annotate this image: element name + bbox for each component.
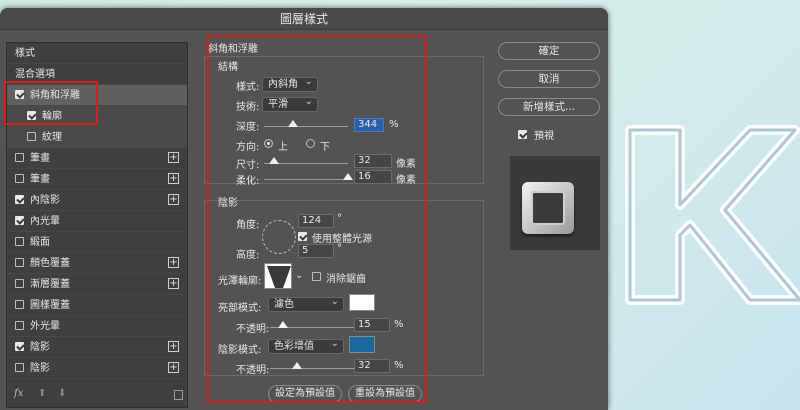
effect-item[interactable]: 紋理 [7, 127, 187, 148]
add-effect-icon[interactable]: + [168, 173, 179, 184]
effect-item[interactable]: 樣式 [7, 43, 187, 64]
effect-label: 內陰影 [30, 195, 60, 206]
effect-label: 樣式 [15, 48, 35, 59]
add-effect-icon[interactable]: + [168, 362, 179, 373]
effect-checkbox[interactable] [15, 236, 24, 246]
effect-label: 陰影 [30, 363, 50, 374]
annotation-box-bevel-panel [207, 35, 427, 403]
effect-item[interactable]: 陰影 + [7, 337, 187, 358]
effect-checkbox[interactable] [15, 278, 24, 288]
add-effect-icon[interactable]: + [168, 278, 179, 289]
effect-checkbox[interactable] [15, 215, 24, 225]
effect-item[interactable]: 外光暈 [7, 316, 187, 337]
preview-bevel-square [522, 182, 574, 234]
effect-label: 漸層覆蓋 [30, 279, 70, 290]
fx-icon[interactable]: fx [14, 388, 23, 399]
effect-item[interactable]: 內光暈 [7, 211, 187, 232]
annotation-box-bevel-list [4, 81, 98, 125]
effect-item[interactable]: 緞面 [7, 232, 187, 253]
effect-item[interactable]: 筆畫 + [7, 169, 187, 190]
effect-checkbox[interactable] [15, 194, 24, 204]
effect-label: 緞面 [30, 237, 50, 248]
effects-footer: fx ⬆ ⬇ [14, 388, 184, 402]
preview-core [531, 191, 565, 225]
preview-checkbox[interactable] [518, 130, 527, 139]
effect-label: 外光暈 [30, 321, 60, 332]
effect-label: 混合選項 [15, 69, 55, 80]
effect-checkbox[interactable] [27, 131, 36, 141]
effect-checkbox[interactable] [15, 362, 24, 372]
effect-item[interactable]: 圖樣覆蓋 [7, 295, 187, 316]
effect-label: 筆畫 [30, 153, 50, 164]
effect-label: 紋理 [42, 132, 62, 143]
move-up-icon[interactable]: ⬆ [38, 388, 46, 399]
add-effect-icon[interactable]: + [168, 341, 179, 352]
effect-item[interactable]: 顏色覆蓋 + [7, 253, 187, 274]
new-style-button[interactable]: 新增樣式... [498, 98, 600, 116]
effect-label: 筆畫 [30, 174, 50, 185]
style-preview-thumbnail [510, 156, 600, 250]
move-down-icon[interactable]: ⬇ [58, 388, 66, 399]
effect-label: 顏色覆蓋 [30, 258, 70, 269]
effect-item[interactable]: 漸層覆蓋 + [7, 274, 187, 295]
preview-label: 預視 [534, 131, 554, 142]
effect-label: 內光暈 [30, 216, 60, 227]
effect-label: 圖樣覆蓋 [30, 300, 70, 311]
add-effect-icon[interactable]: + [168, 257, 179, 268]
effect-checkbox[interactable] [15, 257, 24, 267]
dialog-title: 圖層樣式 [0, 8, 608, 30]
effect-item[interactable]: 內陰影 + [7, 190, 187, 211]
cancel-button[interactable]: 取消 [498, 70, 600, 88]
effect-checkbox[interactable] [15, 152, 24, 162]
effect-checkbox[interactable] [15, 299, 24, 309]
effect-checkbox[interactable] [15, 320, 24, 330]
effect-label: 陰影 [30, 342, 50, 353]
effect-item[interactable]: 筆畫 + [7, 148, 187, 169]
effect-item[interactable]: 陰影 + [7, 358, 187, 379]
ok-button[interactable]: 確定 [498, 42, 600, 60]
add-effect-icon[interactable]: + [168, 194, 179, 205]
add-effect-icon[interactable]: + [168, 152, 179, 163]
effect-checkbox[interactable] [15, 173, 24, 183]
effect-checkbox[interactable] [15, 341, 24, 351]
trash-icon[interactable] [174, 390, 183, 400]
